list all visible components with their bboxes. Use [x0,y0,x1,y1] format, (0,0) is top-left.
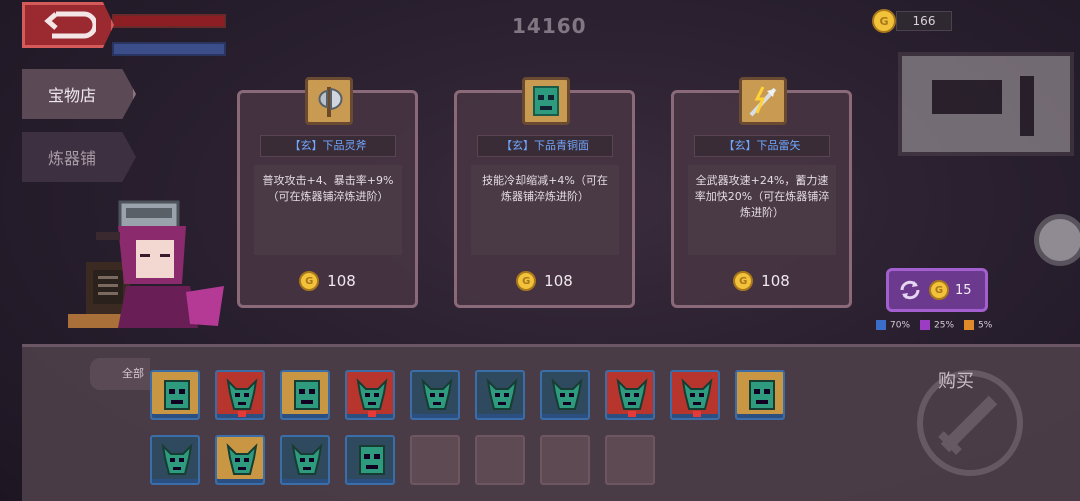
refresh-icon [900,280,920,300]
green-mask-icon [359,445,385,475]
horned-mask-icon [486,378,518,410]
thunder-arrow-icon [739,77,787,125]
horned-mask-icon [681,378,713,410]
green-mask-icon [294,380,320,410]
gold-amount: 166 [896,11,952,31]
inventory-slot[interactable] [215,370,265,420]
card-price: G 108 [240,269,415,293]
card-item-description: 全武器攻速+24%，蓄力速率加快20%（可在炼器铺淬炼进阶） [688,165,836,255]
inventory-slot[interactable] [735,370,785,420]
card-price-value: 108 [327,272,356,290]
card-price-value: 108 [544,272,573,290]
card-item-name: 【玄】下品灵斧 [260,135,396,157]
empty-inventory-slot[interactable] [540,435,590,485]
horned-mask-icon [551,378,583,410]
odds-epic: 25% [920,320,954,331]
health-bar-bg [112,14,226,28]
rarity-tag [693,411,701,417]
card-item-name: 【玄】下品雷矢 [694,135,830,157]
rarity-tag [368,411,376,417]
gold-coin-icon: G [516,271,537,291]
card-item-name: 【玄】下品青铜面 [477,135,613,157]
odds-rare: 70% [876,320,910,331]
card-item-description: 普攻攻击+4、暴击率+9%（可在炼器铺淬炼进阶） [254,165,402,255]
horned-mask-icon [356,378,388,410]
inventory-slot[interactable] [540,370,590,420]
filter-all-tab[interactable]: 全部 [90,358,150,390]
inventory-slot[interactable] [215,435,265,485]
card-price-value: 108 [761,272,790,290]
shop-card-1[interactable]: 【玄】下品灵斧 普攻攻击+4、暴击率+9%（可在炼器铺淬炼进阶） G 108 [237,77,418,308]
card-price: G 108 [674,269,849,293]
inventory-slot[interactable] [670,370,720,420]
rarity-tag [238,411,246,417]
card-item-description: 技能冷却缩减+4%（可在炼器铺淬炼进阶） [471,165,619,255]
empty-inventory-slot[interactable] [475,435,525,485]
green-mask-icon [164,380,190,410]
gold-coin-icon: G [872,9,896,33]
buy-button[interactable]: 购买 [938,367,974,393]
bronze-mask-icon [522,77,570,125]
horned-mask-icon [226,378,258,410]
horned-mask-icon [421,378,453,410]
back-button[interactable] [22,2,114,48]
green-mask-icon [749,380,775,410]
horned-mask-icon [616,378,648,410]
empty-inventory-slot[interactable] [410,435,460,485]
inventory-slot[interactable] [280,370,330,420]
empty-inventory-slot[interactable] [605,435,655,485]
gold-coin-icon: G [733,271,754,291]
refresh-cost: 15 [955,282,972,298]
inventory-slot[interactable] [150,370,200,420]
rarity-odds: 70% 25% 5% [876,320,992,331]
inventory-slot[interactable] [605,370,655,420]
card-price: G 108 [457,269,632,293]
horned-mask-icon [161,443,193,475]
energy-bar-bg [112,42,226,56]
horned-mask-icon [226,443,258,475]
axe-icon [305,77,353,125]
refresh-button[interactable]: G 15 [886,268,988,312]
tab-treasure-shop[interactable]: 宝物店 [22,69,136,119]
game-screen: 14160 G 166 宝物店 炼器铺 【玄】下品灵斧 普攻攻击+4、暴击率+9… [0,0,1080,501]
odds-legendary: 5% [964,320,992,331]
gold-coin-icon: G [299,271,320,291]
back-arrow-icon [44,11,96,39]
horned-mask-icon [291,443,323,475]
shopkeeper-character [68,200,224,328]
inventory-slot[interactable] [280,435,330,485]
rarity-tag [628,411,636,417]
shop-card-2[interactable]: 【玄】下品青铜面 技能冷却缩减+4%（可在炼器铺淬炼进阶） G 108 [454,77,635,308]
inventory-slot[interactable] [345,435,395,485]
inventory-slot[interactable] [410,370,460,420]
minimap [898,52,1074,156]
shop-card-3[interactable]: 【玄】下品雷矢 全武器攻速+24%，蓄力速率加快20%（可在炼器铺淬炼进阶） G… [671,77,852,308]
tab-forge[interactable]: 炼器铺 [22,132,136,182]
inventory-slot[interactable] [345,370,395,420]
gold-coin-icon: G [929,280,949,300]
inventory-slot[interactable] [475,370,525,420]
attack-joystick[interactable] [1034,214,1080,266]
inventory-slot[interactable] [150,435,200,485]
score-readout: 14160 [512,14,587,38]
